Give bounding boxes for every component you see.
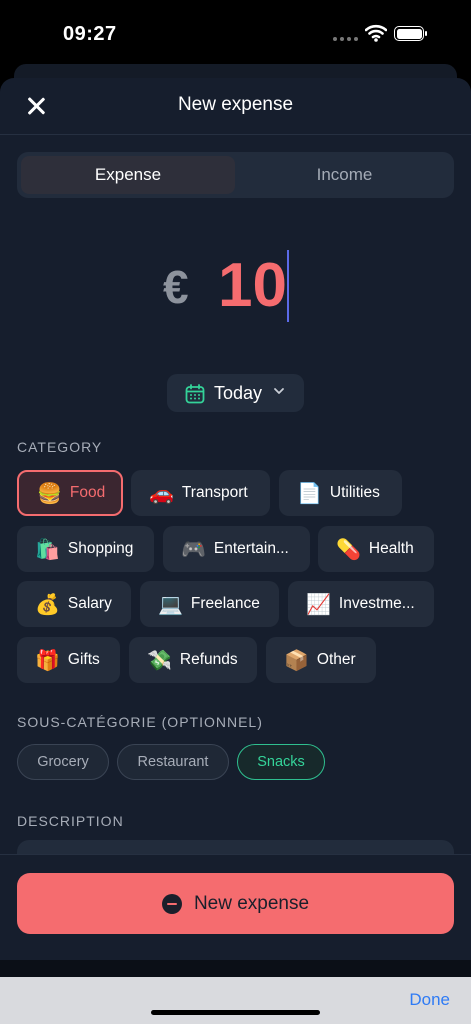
category-label: Investme... [338,595,415,612]
amount-input[interactable]: € 10 [0,250,471,330]
category-chip-freelance[interactable]: 💻 Freelance [140,581,279,627]
subcategory-pill-grocery[interactable]: Grocery [17,744,109,780]
category-chip-investments[interactable]: 📈 Investme... [288,581,434,627]
sheet-header: New expense [0,78,471,135]
gamepad-icon: 🎮 [181,538,206,561]
category-chip-health[interactable]: 💊 Health [318,526,434,572]
subcategory-heading: SOUS-CATÉGORIE (OPTIONNEL) [17,714,263,730]
category-heading: CATEGORY [17,439,103,455]
keyboard-toolbar: Done [0,977,471,1024]
battery-icon [394,26,427,41]
description-heading: DESCRIPTION [17,813,124,829]
category-label: Entertain... [213,540,289,557]
currency-symbol: € [163,261,189,313]
sheet-title: New expense [177,94,294,115]
money-bag-icon: 💰 [35,593,60,616]
keyboard-separator [0,960,471,977]
package-icon: 📦 [284,649,309,672]
gift-icon: 🎁 [35,649,60,672]
chart-increasing-icon: 📈 [306,593,331,616]
category-chip-entertainment[interactable]: 🎮 Entertain... [163,526,310,572]
date-picker-button[interactable]: Today [167,374,304,412]
category-label: Utilities [329,484,380,501]
amount-value: 10 [218,251,287,320]
category-chip-other[interactable]: 📦 Other [266,637,376,683]
category-label: Shopping [67,540,134,557]
category-chip-salary[interactable]: 💰 Salary [17,581,131,627]
car-icon: 🚗 [149,482,174,505]
pill-icon: 💊 [336,538,361,561]
date-label: Today [214,383,263,403]
category-chip-gifts[interactable]: 🎁 Gifts [17,637,120,683]
new-expense-sheet: New expense Expense Income € 10 Today CA… [0,78,471,960]
cellular-signal-icon [333,37,358,41]
home-indicator [151,1010,320,1015]
category-label: Freelance [190,595,260,612]
segment-expense[interactable]: Expense [21,156,235,194]
sheet-footer: New expense [0,854,471,960]
category-label: Gifts [67,651,100,668]
money-wings-icon: 💸 [147,649,172,672]
done-button[interactable]: Done [409,990,450,1010]
burger-icon: 🍔 [37,482,62,505]
segment-income[interactable]: Income [239,156,450,194]
type-segmented-control: Expense Income [17,152,454,198]
calendar-icon [185,384,205,404]
category-chip-refunds[interactable]: 💸 Refunds [129,637,257,683]
category-chip-food[interactable]: 🍔 Food [17,470,123,516]
text-cursor [287,250,289,322]
category-chip-transport[interactable]: 🚗 Transport [131,470,270,516]
new-expense-button-label: New expense [193,892,310,914]
minus-circle-icon [161,893,182,914]
subcategory-pill-snacks[interactable]: Snacks [237,744,325,780]
category-chip-utilities[interactable]: 📄 Utilities [279,470,402,516]
category-label: Refunds [179,651,238,668]
category-chip-shopping[interactable]: 🛍️ Shopping [17,526,154,572]
category-label: Transport [181,484,248,501]
category-label: Salary [67,595,112,612]
document-icon: 📄 [297,482,322,505]
subcategory-pill-restaurant[interactable]: Restaurant [117,744,229,780]
category-label: Food [69,484,106,501]
shopping-bags-icon: 🛍️ [35,538,60,561]
category-label: Health [368,540,414,557]
chevron-down-icon [274,388,284,394]
category-label: Other [316,651,356,668]
status-bar: 09:27 [0,0,471,70]
wifi-icon [365,24,387,42]
laptop-icon: 💻 [158,593,183,616]
status-time: 09:27 [63,23,117,45]
new-expense-button[interactable]: New expense [17,873,454,934]
